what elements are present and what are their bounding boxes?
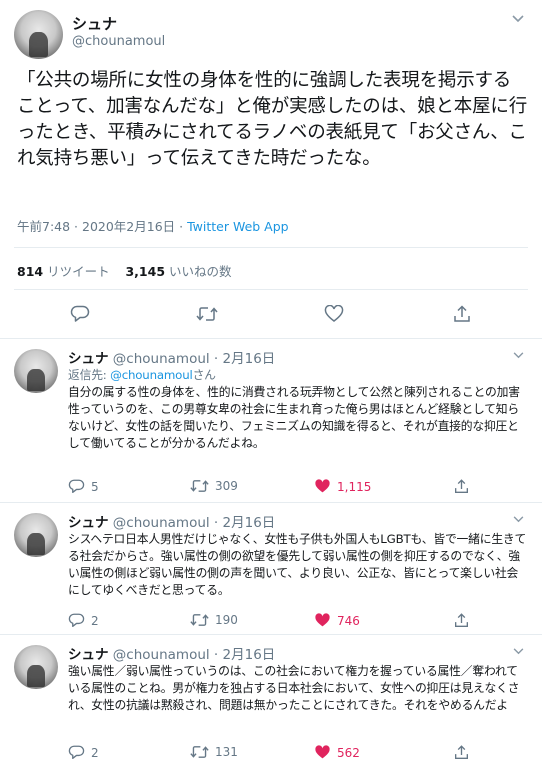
heart-icon	[324, 305, 344, 322]
retweet-icon	[190, 614, 209, 626]
like-button[interactable]: 562	[314, 745, 360, 760]
tweet-actions: 2 190 746	[68, 613, 508, 631]
like-count: 562	[337, 745, 360, 760]
reply-button[interactable]: 5	[68, 479, 99, 494]
like-button[interactable]: 746	[314, 613, 360, 628]
tweet-timestamp: 午前7:48 · 2020年2月16日 · Twitter Web App	[17, 216, 289, 235]
replying-to: 返信先: @chounamoulさん	[68, 367, 528, 384]
share-button[interactable]	[454, 745, 475, 760]
divider	[14, 247, 528, 248]
share-button[interactable]	[454, 479, 475, 494]
retweet-icon	[190, 480, 209, 492]
share-button[interactable]	[454, 613, 475, 628]
replying-handle-link[interactable]: @chounamoul	[110, 368, 193, 382]
tweet-actions: 2 131 562	[68, 745, 508, 763]
author-name[interactable]: シュナ	[72, 13, 117, 34]
reply-tweet[interactable]: シュナ @chounamoul · 2月16日 強い属性／弱い属性っていうのは、…	[0, 635, 542, 771]
reply-icon	[68, 479, 85, 493]
chevron-down-icon[interactable]	[513, 645, 524, 658]
retweets-stat[interactable]: 814 リツイート	[17, 264, 110, 279]
author-name[interactable]: シュナ	[68, 515, 109, 531]
retweet-button[interactable]: 190	[190, 613, 238, 627]
chevron-down-icon[interactable]	[512, 12, 524, 26]
retweet-button[interactable]	[195, 302, 219, 326]
like-button[interactable]: 1,115	[314, 479, 371, 494]
tweet-text: 自分の属する性の身体を、性的に消費される玩弄物として公然と陳列されることの加害性…	[68, 385, 520, 450]
reply-count: 5	[91, 479, 99, 494]
tweet-actions: 5 309 1,115	[68, 479, 508, 497]
heart-icon	[315, 745, 330, 759]
chevron-down-icon[interactable]	[513, 349, 524, 362]
retweet-count: 190	[215, 613, 238, 627]
likes-stat[interactable]: 3,145 いいねの数	[125, 264, 231, 279]
retweets-count: 814	[17, 264, 44, 279]
reply-count: 2	[91, 745, 99, 760]
reply-button[interactable]: 2	[68, 745, 99, 760]
retweets-label: リツイート	[43, 264, 110, 279]
likes-label: いいねの数	[165, 264, 232, 279]
share-button[interactable]	[450, 302, 474, 326]
author-name[interactable]: シュナ	[68, 351, 109, 367]
reply-header: シュナ @chounamoul · 2月16日	[68, 511, 275, 531]
tweet-time[interactable]: 午前7:48 · 2020年2月16日 ·	[17, 219, 187, 234]
heart-icon	[315, 479, 330, 493]
reply-button[interactable]: 2	[68, 613, 99, 628]
retweet-icon	[196, 307, 218, 321]
tweet-actions	[0, 302, 542, 326]
retweet-icon	[190, 746, 209, 758]
heart-icon	[315, 613, 330, 627]
reply-header: シュナ @chounamoul · 2月16日	[68, 643, 275, 663]
avatar[interactable]	[14, 10, 63, 59]
likes-count: 3,145	[125, 264, 166, 279]
tweet-stats: 814 リツイート 3,145 いいねの数	[17, 261, 232, 280]
like-count: 1,115	[337, 479, 372, 494]
tweet-text: 「公共の場所に女性の身体を性的に強調した表現を掲示することって、加害なんだな」と…	[17, 70, 527, 169]
retweet-count: 131	[215, 745, 238, 759]
handle-date[interactable]: @chounamoul · 2月16日	[113, 351, 275, 367]
avatar[interactable]	[14, 645, 58, 689]
reply-icon	[70, 305, 90, 322]
main-tweet: シュナ @chounamoul 「公共の場所に女性の身体を性的に強調した表現を掲…	[0, 0, 542, 339]
replying-prefix: 返信先:	[68, 368, 111, 382]
reply-icon	[68, 745, 85, 759]
reply-header: シュナ @chounamoul · 2月16日	[68, 347, 275, 367]
handle-date[interactable]: @chounamoul · 2月16日	[113, 515, 275, 531]
retweet-button[interactable]: 309	[190, 479, 238, 493]
avatar[interactable]	[14, 513, 58, 557]
like-button[interactable]	[322, 302, 346, 326]
source-app-link[interactable]: Twitter Web App	[187, 219, 289, 234]
avatar[interactable]	[14, 349, 58, 393]
tweet-text: シスヘテロ日本人男性だけじゃなく、女性も子供も外国人もLGBTも、皆で一緒に生き…	[68, 532, 527, 597]
divider	[14, 289, 528, 290]
handle-date[interactable]: @chounamoul · 2月16日	[113, 647, 275, 663]
chevron-down-icon[interactable]	[513, 513, 524, 526]
tweet-text: 強い属性／弱い属性っていうのは、この社会において権力を握っている属性／奪われてい…	[68, 664, 520, 712]
retweet-button[interactable]: 131	[190, 745, 238, 759]
reply-body: 返信先: @chounamoulさん 自分の属する性の身体を、性的に消費される玩…	[68, 367, 528, 452]
replying-suffix: さん	[192, 368, 216, 382]
reply-count: 2	[91, 613, 99, 628]
reply-button[interactable]	[68, 302, 92, 326]
share-icon	[455, 613, 468, 627]
reply-tweet[interactable]: シュナ @chounamoul · 2月16日 返信先: @chounamoul…	[0, 339, 542, 501]
retweet-count: 309	[215, 479, 238, 493]
share-icon	[455, 745, 468, 759]
author-name[interactable]: シュナ	[68, 647, 109, 663]
reply-tweet[interactable]: シュナ @chounamoul · 2月16日 シスヘテロ日本人男性だけじゃなく…	[0, 503, 542, 633]
like-count: 746	[337, 613, 360, 628]
author-handle[interactable]: @chounamoul	[72, 34, 165, 49]
reply-icon	[68, 613, 85, 627]
share-icon	[455, 479, 468, 493]
share-icon	[454, 305, 470, 322]
